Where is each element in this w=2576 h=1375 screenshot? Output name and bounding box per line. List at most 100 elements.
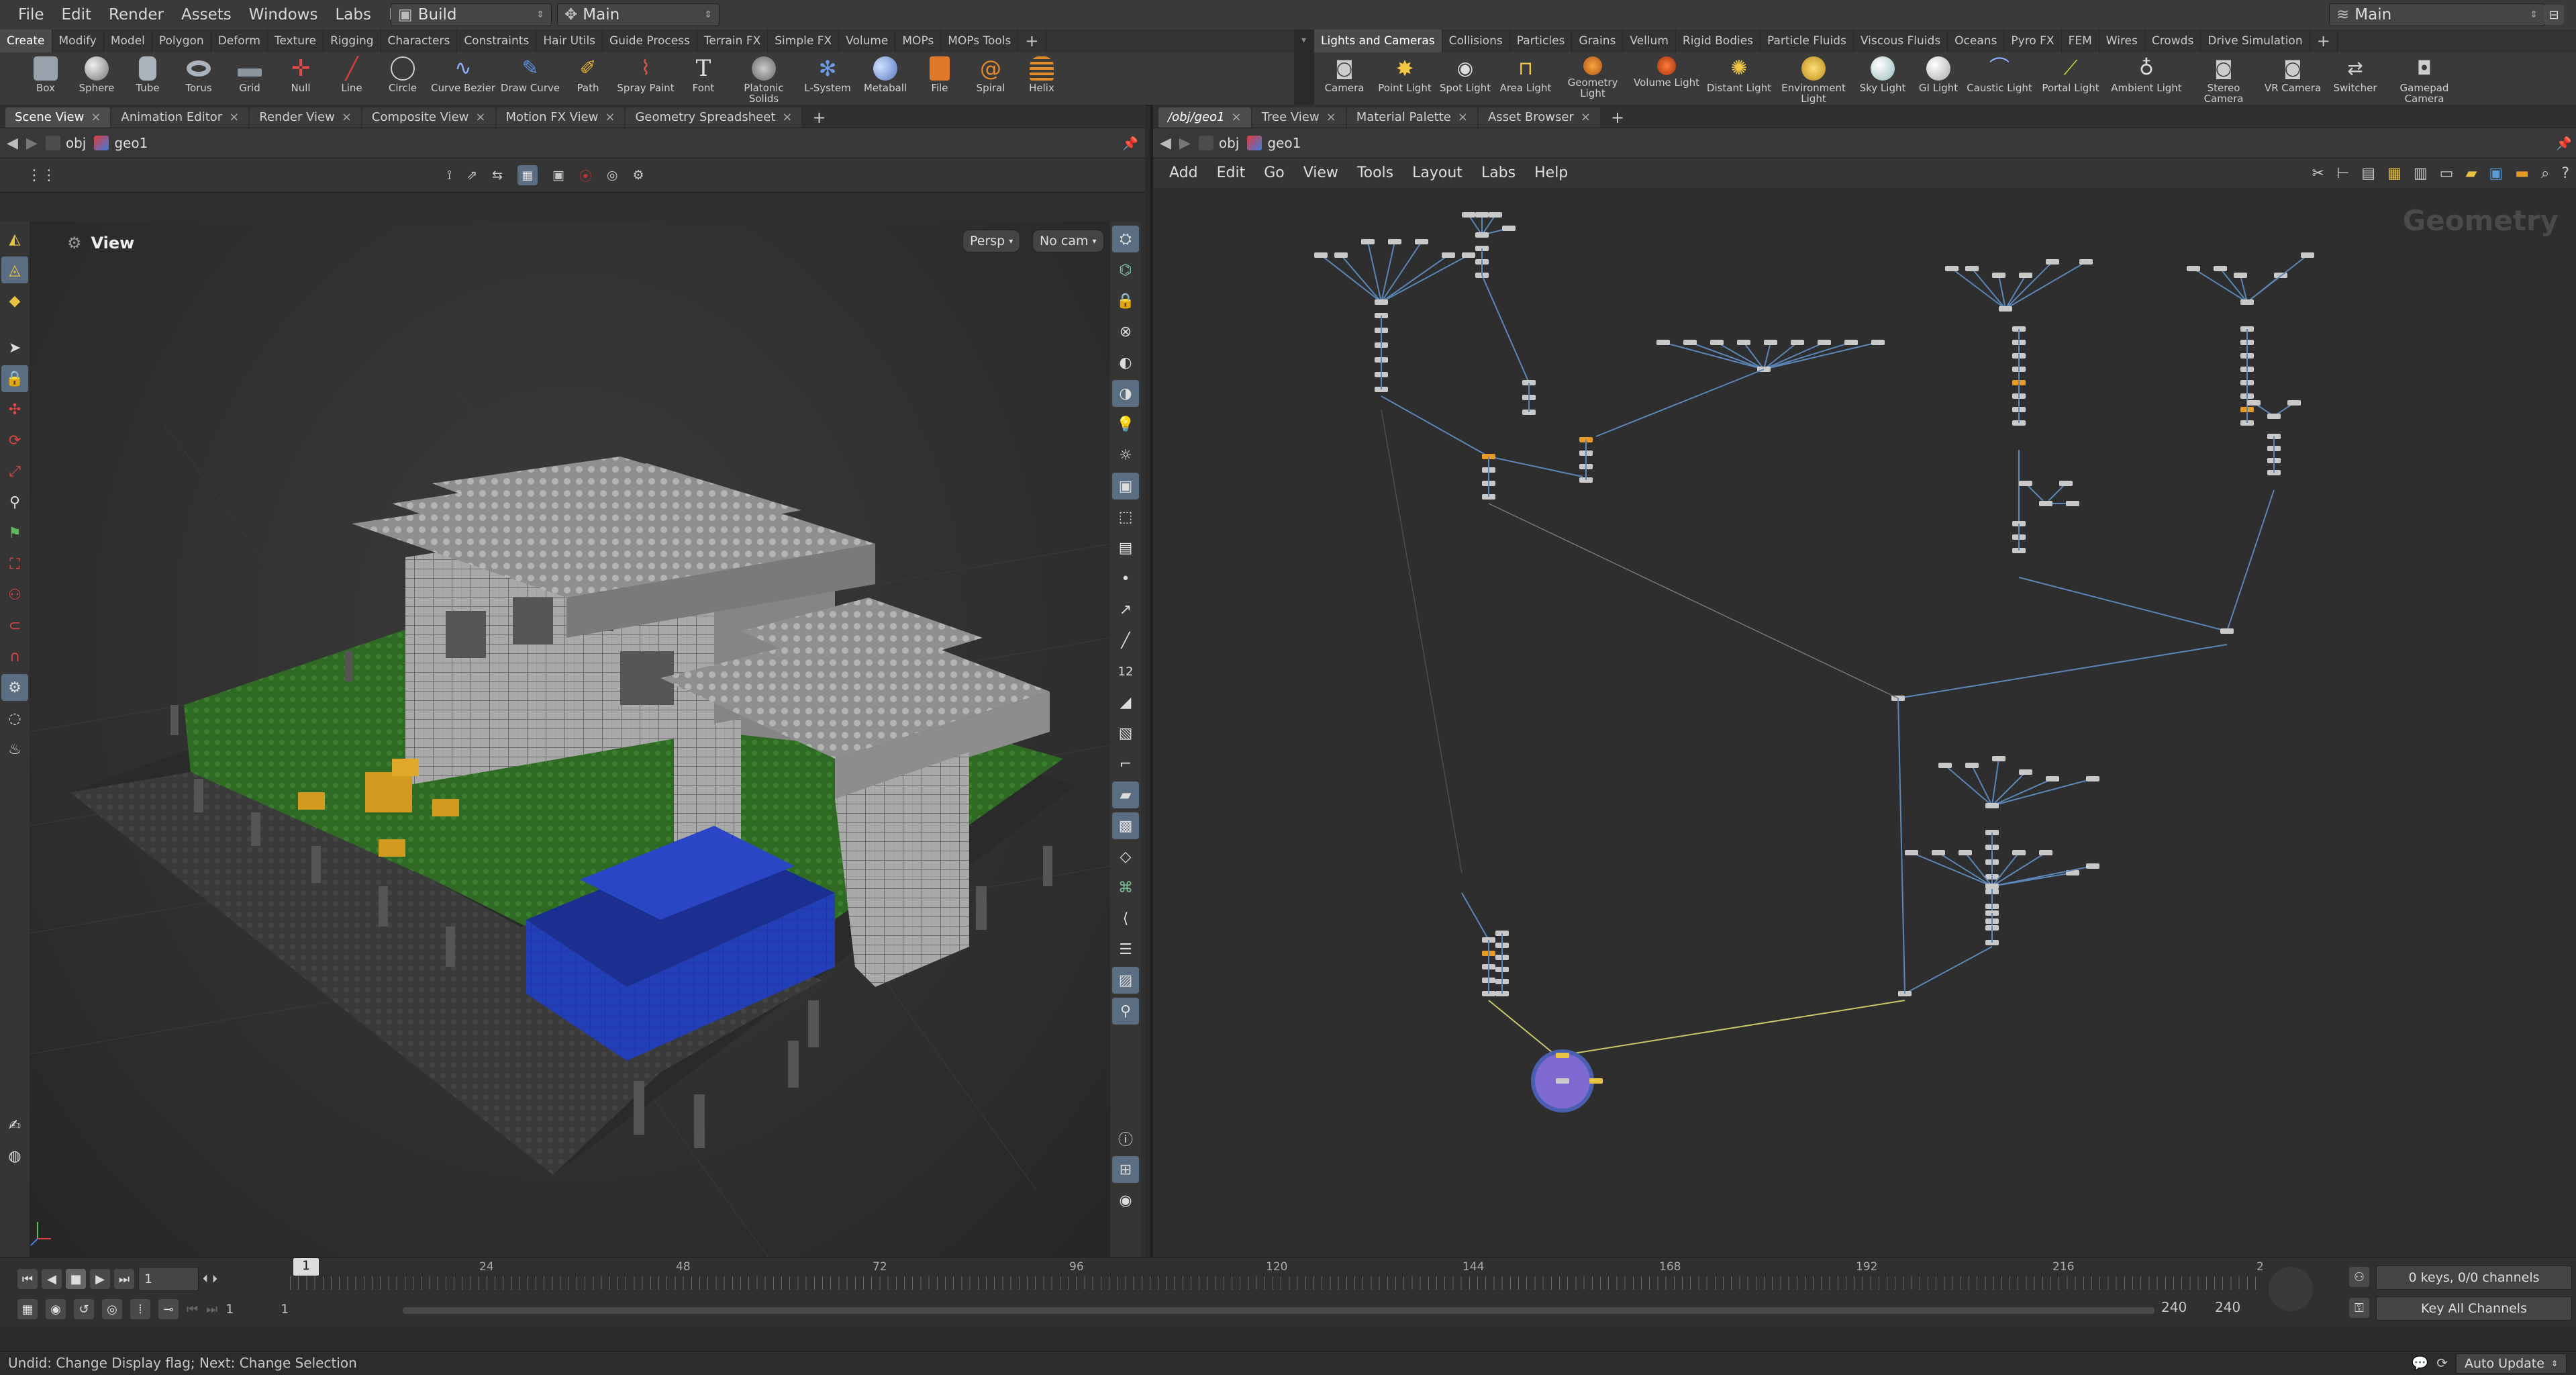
close-icon[interactable]: × [605, 107, 615, 128]
net-menu-labs[interactable]: Labs [1472, 158, 1525, 188]
close-icon[interactable]: × [475, 107, 485, 128]
teapot-icon[interactable]: ♨ [1, 736, 28, 763]
isolate-icon[interactable]: ⊗ [1112, 318, 1139, 345]
shelf-tab-pyro-fx[interactable]: Pyro FX [2004, 30, 2062, 52]
badge-12[interactable]: 12 [1112, 658, 1139, 685]
pin-icon[interactable]: 📌 [2556, 136, 2572, 151]
graph-node[interactable] [1388, 239, 1401, 244]
tab-tree-view[interactable]: Tree View × [1252, 107, 1346, 128]
net-menu-add[interactable]: Add [1160, 158, 1207, 188]
handle-icon[interactable]: ⚲ [1, 489, 28, 516]
graph-node[interactable] [1959, 850, 1972, 855]
tool-area-light[interactable]: ⊓ Area Light [1495, 52, 1556, 105]
tool-vr-camera[interactable]: ◙ VR Camera [2261, 52, 2325, 105]
shelf-tab-crowds[interactable]: Crowds [2145, 30, 2201, 52]
right-context-dropdown[interactable]: ≋ Main ⇕ [2329, 3, 2545, 26]
pose-icon[interactable]: ⇗ [466, 168, 477, 183]
forward-arrow-icon[interactable]: ▶ [1179, 135, 1191, 152]
tool-sphere[interactable]: Sphere [71, 52, 122, 105]
close-icon[interactable]: × [1581, 107, 1591, 128]
ticks-icon[interactable]: ⦙ [130, 1299, 150, 1319]
layout-icon[interactable]: ⊞ [1112, 1156, 1139, 1183]
shelf-tab-collisions[interactable]: Collisions [1442, 30, 1510, 52]
sim-icon[interactable]: ◎ [102, 1299, 122, 1319]
auto-update-button[interactable]: Auto Update ⇕ [2455, 1353, 2567, 1374]
display-options-icon[interactable]: ⛭ [1112, 226, 1139, 252]
graph-node[interactable] [2301, 252, 2314, 258]
tool-ambient-light[interactable]: ♁ Ambient Light [2106, 52, 2187, 105]
list-icon[interactable]: ☰ [1112, 936, 1139, 963]
tool-geometry-light[interactable]: Geometry Light [1556, 52, 1630, 105]
rotate-icon[interactable]: ⟳ [1, 427, 28, 454]
graph-node[interactable] [1375, 299, 1388, 305]
wrench-icon[interactable]: ✂ [2312, 165, 2324, 182]
graph-node[interactable] [1871, 340, 1885, 345]
tool-file[interactable]: File [914, 52, 965, 105]
tab-animation-editor[interactable]: Animation Editor × [111, 107, 249, 128]
skip-start-icon[interactable]: ⏮ [17, 1269, 38, 1289]
skip-end-icon[interactable]: ⏭ [114, 1269, 134, 1289]
key-icon[interactable]: ⚿ [2349, 1298, 2369, 1318]
close-icon[interactable]: × [1458, 107, 1468, 128]
tool-tube[interactable]: Tube [122, 52, 173, 105]
paint-icon[interactable]: ✍ [1, 1112, 28, 1139]
graph-node[interactable] [2039, 850, 2052, 855]
forward-arrow-icon[interactable]: ▶ [26, 135, 38, 152]
graph-node[interactable] [2066, 501, 2079, 506]
graph-node[interactable] [1475, 232, 1489, 238]
group-icon[interactable]: ⌘ [1112, 874, 1139, 901]
graph-node[interactable] [2234, 273, 2247, 278]
graph-node[interactable] [1791, 340, 1804, 345]
select-mode-icon[interactable]: ◭ [1, 226, 28, 252]
tool-torus[interactable]: Torus [173, 52, 224, 105]
graph-node[interactable] [2086, 776, 2099, 781]
range-end-field[interactable]: 240 [2161, 1299, 2187, 1315]
close-icon[interactable]: × [229, 107, 239, 128]
shelf-tab-model[interactable]: Model [104, 30, 152, 52]
info-icon[interactable]: ⓘ [1112, 1125, 1139, 1152]
object-mode-icon[interactable]: ◬ [1, 256, 28, 283]
keys-info[interactable]: 0 keys, 0/0 channels [2376, 1266, 2572, 1290]
shelf-tab-mops[interactable]: MOPs [895, 30, 942, 52]
frame-marker[interactable]: 1 [293, 1258, 319, 1276]
tab-asset-browser[interactable]: Asset Browser × [1478, 107, 1600, 128]
key-all-channels-button[interactable]: Key All Channels [2376, 1296, 2572, 1321]
graph-node[interactable] [1462, 212, 1475, 218]
point-icon[interactable]: • [1112, 565, 1139, 592]
tool-metaball[interactable]: Metaball [856, 52, 914, 105]
shelf-tab-lights-cameras[interactable]: Lights and Cameras [1314, 30, 1442, 52]
graph-node[interactable] [1589, 1078, 1603, 1084]
current-frame-field[interactable]: 1 [138, 1267, 199, 1291]
split-icon[interactable]: ⟨ [1112, 905, 1139, 932]
component-mode-icon[interactable]: ◆ [1, 287, 28, 314]
net-menu-go[interactable]: Go [1254, 158, 1294, 188]
shelf-tab-create[interactable]: Create [0, 30, 52, 52]
light-icon[interactable]: 💡 [1112, 411, 1139, 438]
settings-gear-icon[interactable]: ⚙ [632, 168, 644, 183]
graph-node[interactable] [2079, 259, 2093, 265]
graph-node[interactable] [2019, 769, 2032, 775]
graph-node[interactable] [2086, 863, 2099, 869]
lock-icon[interactable]: 🔒 [1, 365, 28, 392]
graph-node[interactable] [1764, 340, 1777, 345]
net-menu-tools[interactable]: Tools [1348, 158, 1403, 188]
menu-assets[interactable]: Assets [172, 0, 240, 30]
graph-node[interactable] [1992, 273, 2005, 278]
net-menu-help[interactable]: Help [1525, 158, 1577, 188]
graph-node[interactable] [1965, 763, 1979, 768]
scale-icon[interactable]: ⤢ [1, 458, 28, 485]
tool-spray-paint[interactable]: ⌇ Spray Paint [613, 52, 678, 105]
graph-node[interactable] [1314, 252, 1328, 258]
graph-node[interactable] [1965, 266, 1979, 271]
next-key-icon[interactable]: ⏭ [206, 1302, 217, 1317]
visibility-icon[interactable]: ◎ [607, 168, 618, 183]
shelf-tab-texture[interactable]: Texture [268, 30, 324, 52]
tool-point-light[interactable]: ✸ Point Light [1375, 52, 1435, 105]
net-menu-view[interactable]: View [1294, 158, 1348, 188]
arrow-select-icon[interactable]: ➤ [1, 334, 28, 361]
graph-node[interactable] [1502, 226, 1516, 231]
snap-icon[interactable]: ⟟ [447, 168, 452, 183]
shelf-tab-characters[interactable]: Characters [381, 30, 458, 52]
graph-node[interactable] [2267, 414, 2281, 419]
chat-icon[interactable]: 💬 [2412, 1352, 2428, 1375]
